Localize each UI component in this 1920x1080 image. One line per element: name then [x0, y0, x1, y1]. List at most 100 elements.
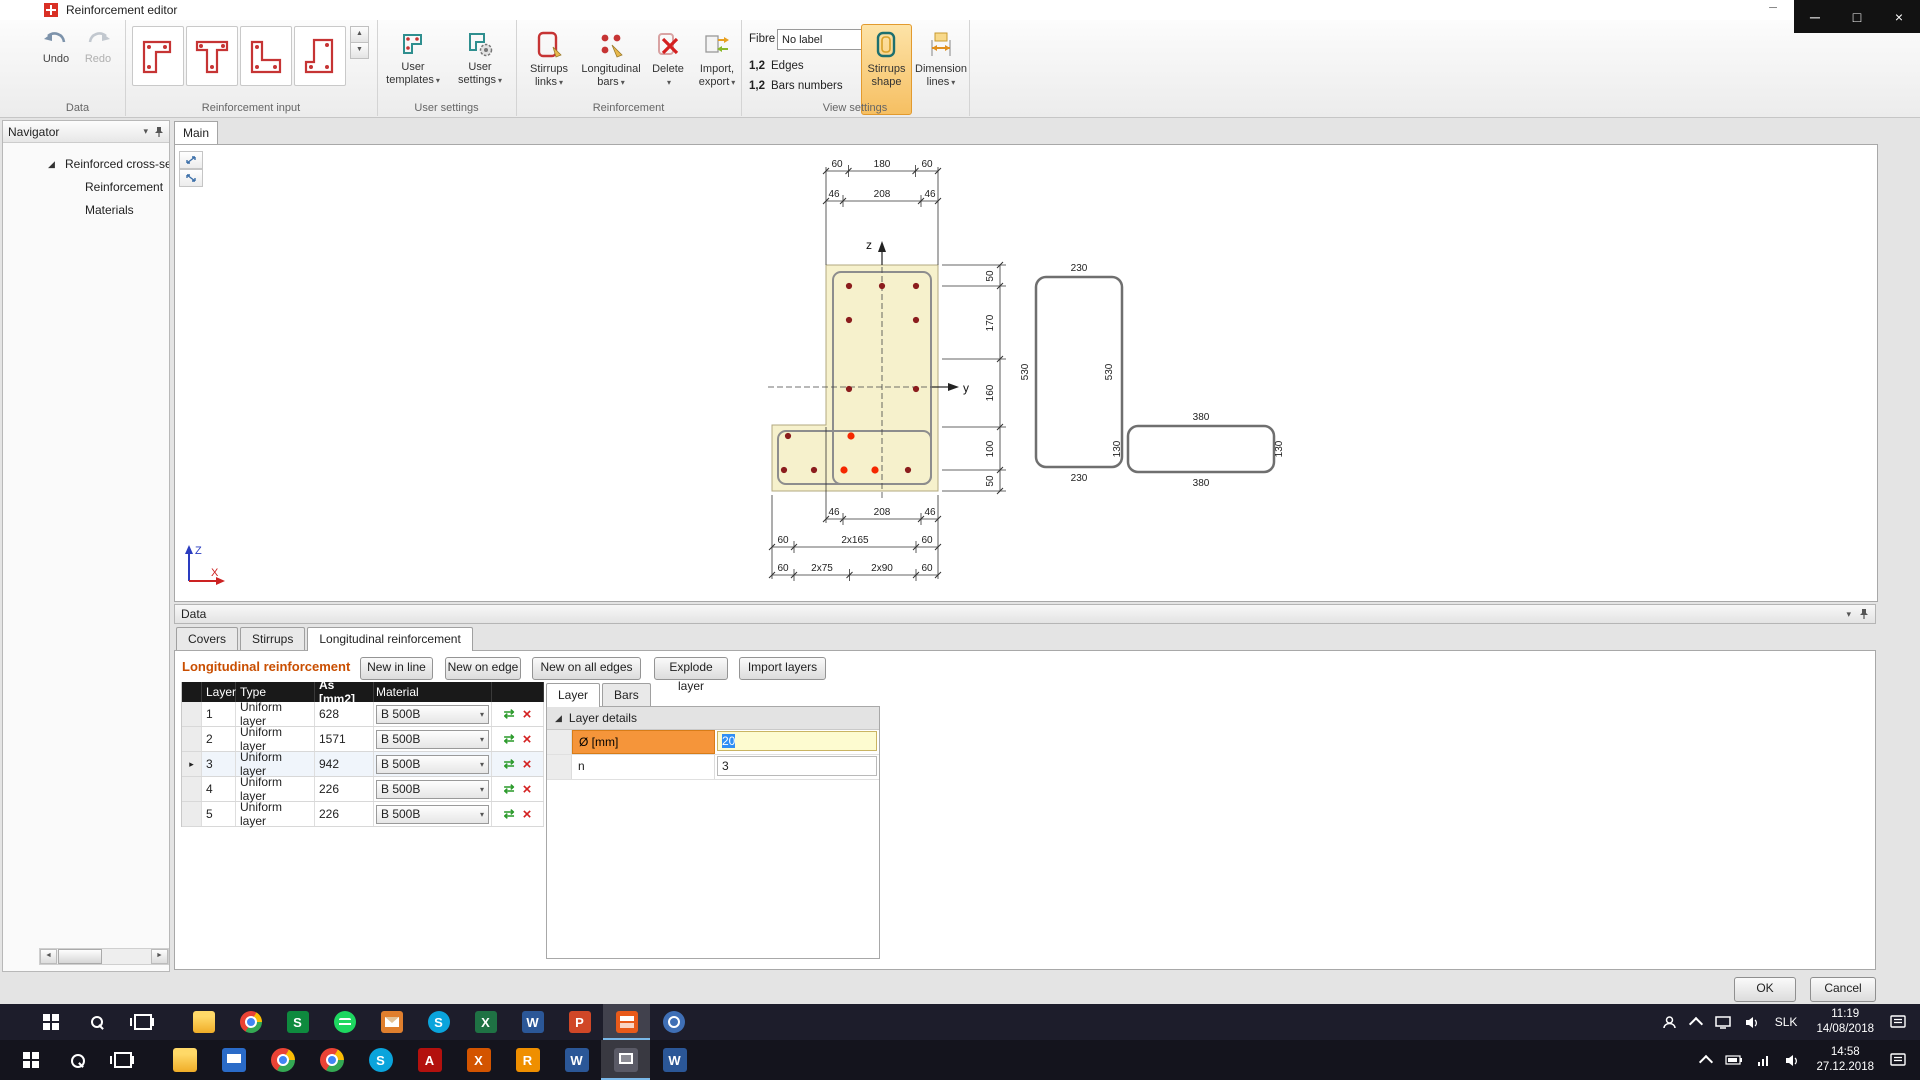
import-layers-button[interactable]: Import layers: [739, 657, 826, 680]
start-button[interactable]: [28, 1004, 74, 1040]
bars-numbers-toggle[interactable]: 1,2 Bars numbers: [749, 80, 843, 97]
minimize-button[interactable]: ─: [1794, 0, 1836, 33]
taskbar-app-green-s[interactable]: S: [274, 1004, 321, 1040]
material-select[interactable]: B 500B ▾: [376, 729, 489, 749]
host-taskbar-app-word[interactable]: W: [650, 1040, 699, 1080]
search-button[interactable]: [54, 1040, 100, 1080]
replace-layer-icon[interactable]: ⇄: [504, 731, 515, 747]
host-taskbar-app-pc[interactable]: [209, 1040, 258, 1080]
group-expander-icon[interactable]: ◢: [555, 713, 562, 724]
tab-main[interactable]: Main: [174, 121, 218, 145]
data-panel-collapse-icon[interactable]: ▾: [1846, 609, 1851, 620]
navigator-scrollbar[interactable]: ◄ ►: [39, 948, 169, 965]
tree-item-reinforced-cross-section[interactable]: ◢ Reinforced cross-se: [3, 153, 169, 176]
tray-expand-icon[interactable]: [1699, 1054, 1714, 1069]
stirrup-shape-2[interactable]: [1126, 424, 1276, 474]
delete-layer-icon[interactable]: ×: [523, 807, 532, 822]
tray-expand-icon[interactable]: [1688, 1016, 1703, 1031]
new-in-line-button[interactable]: New in line: [360, 657, 433, 680]
close-button[interactable]: ×: [1878, 0, 1920, 33]
zoom-all-button[interactable]: [179, 151, 203, 169]
replace-layer-icon[interactable]: ⇄: [504, 781, 515, 797]
tab-bars[interactable]: Bars: [602, 683, 651, 707]
detail-input[interactable]: 3: [717, 756, 877, 776]
layer-row[interactable]: 4 Uniform layer 226 B 500B ▾ ⇄ ×: [182, 775, 544, 803]
taskbar-app-excel[interactable]: X: [462, 1004, 509, 1040]
search-button[interactable]: [74, 1004, 120, 1040]
redo-button[interactable]: Redo: [78, 28, 118, 65]
row-selector[interactable]: [182, 777, 202, 801]
rebar-selected[interactable]: [871, 466, 879, 474]
templates-scroll-up-button[interactable]: ▲: [350, 26, 369, 43]
action-center-icon[interactable]: [1890, 1015, 1906, 1029]
action-center-icon[interactable]: [1890, 1053, 1906, 1067]
layer-row[interactable]: 1 Uniform layer 628 B 500B ▾ ⇄ ×: [182, 700, 544, 728]
layer-row[interactable]: ▸ 3 Uniform layer 942 B 500B ▾ ⇄ ×: [182, 750, 544, 778]
taskbar-app-word[interactable]: W: [509, 1004, 556, 1040]
taskbar-app-skype[interactable]: S: [415, 1004, 462, 1040]
layer-row[interactable]: 2 Uniform layer 1571 B 500B ▾ ⇄ ×: [182, 725, 544, 753]
material-select[interactable]: B 500B ▾: [376, 804, 489, 824]
undo-button[interactable]: Undo: [36, 28, 76, 65]
rebar[interactable]: [912, 282, 920, 290]
battery-icon[interactable]: [1725, 1055, 1743, 1065]
ok-button[interactable]: OK: [1734, 977, 1796, 1002]
host-taskbar-app-word[interactable]: W: [552, 1040, 601, 1080]
tree-item-reinforcement[interactable]: Reinforcement: [3, 176, 169, 199]
tab-layer[interactable]: Layer: [546, 683, 601, 707]
start-button[interactable]: [8, 1040, 54, 1080]
delete-layer-icon[interactable]: ×: [523, 732, 532, 747]
rebar[interactable]: [845, 282, 853, 290]
drawing-canvas[interactable]: z y 60 180 60 46 208 46 46 208 46 60 2x165 60 60 2x75…: [174, 144, 1878, 602]
rebar[interactable]: [904, 466, 912, 474]
delete-layer-icon[interactable]: ×: [523, 707, 532, 722]
row-selector[interactable]: [182, 702, 202, 726]
material-select[interactable]: B 500B ▾: [376, 704, 489, 724]
template-shape-4-button[interactable]: [294, 26, 346, 86]
template-shape-2-button[interactable]: [186, 26, 238, 86]
cancel-button[interactable]: Cancel: [1810, 977, 1876, 1002]
volume-icon[interactable]: [1745, 1016, 1759, 1029]
clock[interactable]: 11:19 14/08/2018: [1816, 1007, 1874, 1037]
scroll-left-button[interactable]: ◄: [40, 949, 57, 964]
taskbar-app-file-explorer[interactable]: [180, 1004, 227, 1040]
edges-toggle[interactable]: 1,2 Edges: [749, 60, 804, 77]
layer-row[interactable]: 5 Uniform layer 226 B 500B ▾ ⇄ ×: [182, 800, 544, 828]
delete-layer-icon[interactable]: ×: [523, 757, 532, 772]
rebar[interactable]: [784, 432, 792, 440]
replace-layer-icon[interactable]: ⇄: [504, 706, 515, 722]
delete-layer-icon[interactable]: ×: [523, 782, 532, 797]
tree-item-materials[interactable]: Materials: [3, 199, 169, 222]
rebar[interactable]: [912, 316, 920, 324]
navigator-collapse-icon[interactable]: ▾: [143, 126, 148, 137]
volume-icon[interactable]: [1785, 1054, 1799, 1067]
detail-input[interactable]: 20: [717, 731, 877, 751]
zoom-selection-button[interactable]: [179, 169, 203, 187]
host-taskbar-app-orange-x[interactable]: X: [454, 1040, 503, 1080]
task-view-button[interactable]: [100, 1040, 146, 1080]
tab-covers[interactable]: Covers: [176, 627, 239, 651]
network-icon[interactable]: [1757, 1055, 1771, 1066]
new-on-all-edges-button[interactable]: New on all edges: [532, 657, 641, 680]
taskbar-app-chrome[interactable]: [227, 1004, 274, 1040]
material-select[interactable]: B 500B ▾: [376, 754, 489, 774]
concrete-section[interactable]: [771, 264, 939, 492]
pin-icon[interactable]: [1859, 608, 1869, 620]
material-select[interactable]: B 500B ▾: [376, 779, 489, 799]
row-selector[interactable]: [182, 802, 202, 826]
clock[interactable]: 14:58 27.12.2018: [1816, 1045, 1874, 1075]
host-taskbar-app-player[interactable]: [601, 1040, 650, 1080]
rebar[interactable]: [810, 466, 818, 474]
taskbar-app-powerpoint[interactable]: P: [556, 1004, 603, 1040]
display-icon[interactable]: [1715, 1015, 1731, 1029]
template-shape-1-button[interactable]: [132, 26, 184, 86]
host-taskbar-app-acrobat[interactable]: A: [405, 1040, 454, 1080]
scrollbar-thumb[interactable]: [58, 949, 102, 964]
rebar[interactable]: [845, 385, 853, 393]
host-taskbar-app-chrome[interactable]: [258, 1040, 307, 1080]
host-taskbar-app-chrome[interactable]: [307, 1040, 356, 1080]
rebar[interactable]: [912, 385, 920, 393]
tab-stirrups[interactable]: Stirrups: [240, 627, 306, 651]
explode-layer-button[interactable]: Explode layer: [654, 657, 728, 693]
host-taskbar-app-r-app[interactable]: R: [503, 1040, 552, 1080]
